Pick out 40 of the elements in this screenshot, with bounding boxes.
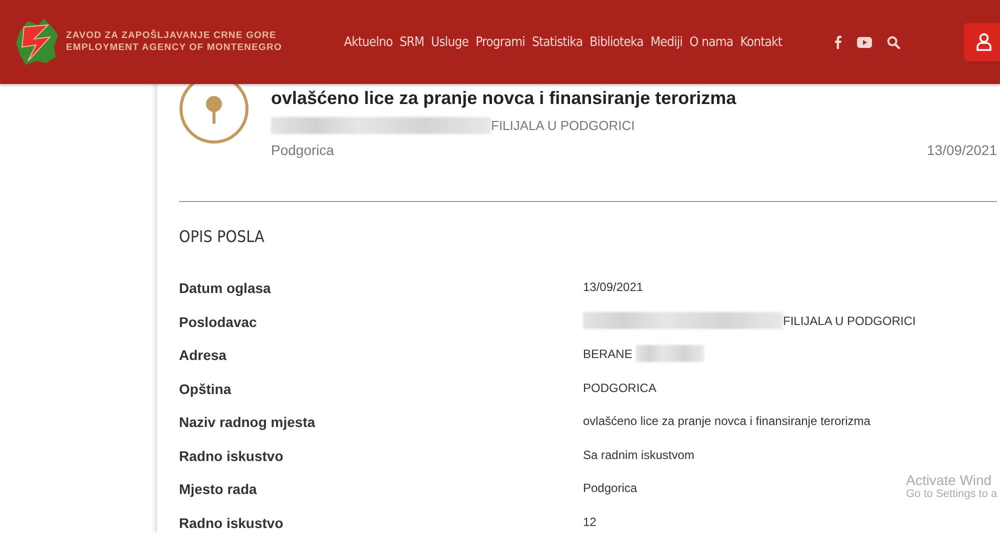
detail-value: Podgorica (583, 481, 638, 495)
detail-label: Adresa (179, 347, 228, 365)
detail-label: Opština (179, 380, 232, 399)
agency-name: ZAVOD ZA ZAPOŠLJAVANJE CRNE GORE (66, 30, 278, 42)
detail-value: Sa radnim iskustvom (583, 448, 694, 462)
detail-label: Radno iskustvo (179, 514, 284, 532)
section-title: OPIS POSLA (179, 227, 266, 246)
user-icon (976, 33, 992, 51)
activation-notice: Activate Wind (906, 472, 993, 488)
detail-label: Naziv radnog mjesta (179, 414, 316, 432)
nav-link[interactable]: SRM (400, 34, 424, 50)
nav-link[interactable]: Mediji (650, 34, 683, 50)
pin-icon (179, 84, 249, 144)
search-icon[interactable] (887, 36, 900, 48)
nav-link[interactable]: Biblioteka (590, 34, 644, 50)
detail-label: Mjesto rada (179, 481, 258, 499)
nav-link[interactable]: Aktuelno (344, 34, 393, 50)
activation-hint: Go to Settings to a (906, 488, 998, 500)
employer-name: FILIJALA U PODGORICI (491, 118, 635, 133)
job-city: Podgorica (271, 142, 334, 158)
detail-value: PODGORICA (583, 380, 656, 394)
agency-name-english: EMPLOYMENT AGENCY OF MONTENEGRO (66, 42, 282, 54)
detail-label: Radno iskustvo (179, 448, 284, 466)
detail-value: ovlašćeno lice za pranje novca i finansiranje terorizma (583, 414, 870, 428)
detail-value: FILIJALA U PODGORICI (783, 314, 916, 328)
facebook-icon[interactable] (834, 35, 842, 49)
nav-link[interactable]: Usluge (431, 34, 469, 50)
detail-label: Poslodavac (179, 314, 258, 332)
detail-value: 13/09/2021 (583, 280, 644, 294)
detail-value: 12 (583, 514, 596, 528)
video-icon[interactable] (857, 36, 872, 48)
nav-link[interactable]: Kontakt (740, 34, 782, 50)
nav-link[interactable]: Statistika (532, 34, 583, 50)
detail-label: Datum oglasa (179, 280, 272, 298)
nav-link[interactable]: O nama (690, 34, 734, 50)
detail-value: BERANE (583, 347, 632, 361)
job-date: 13/09/2021 (926, 142, 997, 158)
nav-link[interactable]: Programi (476, 34, 525, 50)
job-title: ovlašćeno lice za pranje novca i finansiranje terorizma (271, 88, 738, 109)
account-button[interactable] (964, 23, 1000, 61)
